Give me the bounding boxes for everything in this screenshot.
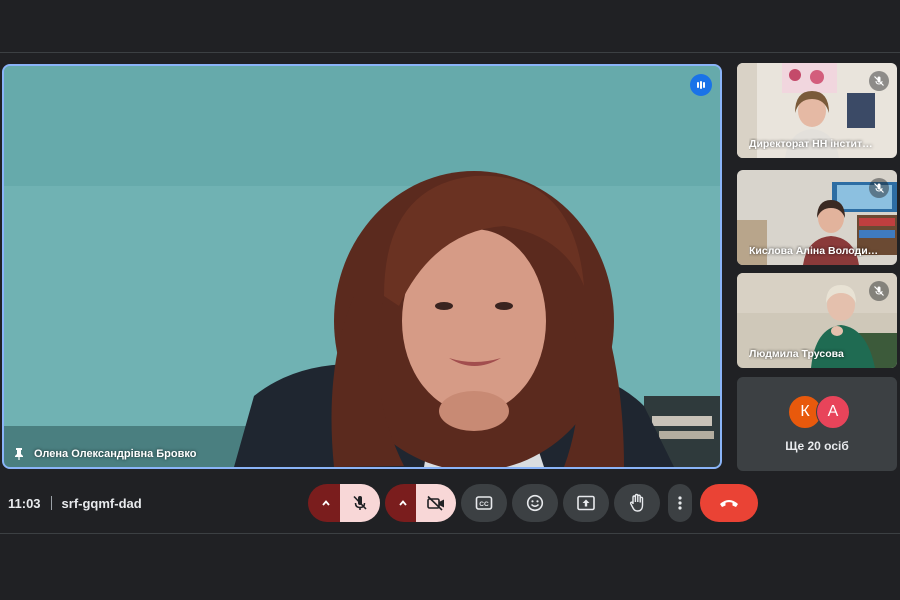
chevron-up-icon <box>399 500 407 506</box>
leave-call-icon <box>720 500 738 507</box>
main-speaker-tile[interactable]: Олена Олександрівна Бровко <box>2 64 722 469</box>
closed-captions-icon: CC <box>475 496 493 510</box>
emoji-icon <box>526 494 544 512</box>
reactions-button[interactable] <box>512 484 558 522</box>
main-speaker-label: Олена Олександрівна Бровко <box>12 447 196 461</box>
participant-avatars: К А <box>788 395 858 429</box>
participant-tile[interactable]: Кислова Аліна Володи… <box>737 170 897 265</box>
main-speaker-video <box>4 66 720 467</box>
captions-button[interactable]: CC <box>461 484 507 522</box>
muted-icon <box>869 71 889 91</box>
main-speaker-name: Олена Олександрівна Бровко <box>34 448 197 460</box>
present-button[interactable] <box>563 484 609 522</box>
svg-text:CC: CC <box>479 501 489 508</box>
more-participants-label: Ще 20 осіб <box>785 439 849 453</box>
divider <box>50 496 52 510</box>
muted-icon <box>869 178 889 198</box>
present-screen-icon <box>577 495 595 511</box>
bottom-divider <box>0 533 900 534</box>
chevron-up-icon <box>322 500 330 506</box>
muted-icon <box>869 281 889 301</box>
camera-toggle-button[interactable] <box>416 484 456 522</box>
meeting-code[interactable]: srf-gqmf-dad <box>62 496 142 511</box>
meet-window: Олена Олександрівна Бровко Директорат НН… <box>0 0 900 600</box>
mic-off-icon <box>353 495 367 510</box>
pin-icon[interactable] <box>12 447 26 461</box>
top-divider <box>0 52 900 53</box>
leave-call-button[interactable] <box>700 484 758 522</box>
mic-toggle-button[interactable] <box>340 484 380 522</box>
participant-name: Людмила Трусова <box>749 348 844 360</box>
speaking-indicator-icon <box>690 74 712 96</box>
meeting-time: 11:03 <box>8 495 41 511</box>
avatar: А <box>816 395 850 429</box>
raise-hand-button[interactable] <box>614 484 660 522</box>
meeting-details: 11:03 srf-gqmf-dad <box>8 494 142 512</box>
participant-name: Кислова Аліна Володи… <box>749 245 879 257</box>
participant-tile[interactable]: Директорат НН інстит… <box>737 63 897 158</box>
camera-off-icon <box>427 495 444 511</box>
participant-name: Директорат НН інстит… <box>749 138 873 150</box>
raise-hand-icon <box>629 493 644 512</box>
more-options-button[interactable] <box>668 484 692 522</box>
more-participants-tile[interactable]: К А Ще 20 осіб <box>737 377 897 471</box>
more-options-icon <box>678 496 682 510</box>
participant-tile[interactable]: Людмила Трусова <box>737 273 897 368</box>
mic-options-button[interactable] <box>308 484 344 522</box>
